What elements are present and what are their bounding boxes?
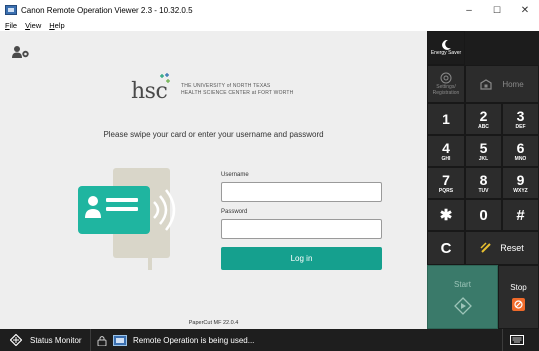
- start-label: Start: [454, 279, 471, 289]
- menu-file[interactable]: File: [5, 21, 17, 30]
- key-8[interactable]: 8 TUV: [465, 167, 502, 199]
- key-9[interactable]: 9 WXYZ: [502, 167, 539, 199]
- remote-operation-viewer-window: Canon Remote Operation Viewer 2.3 - 10.3…: [0, 0, 539, 351]
- energy-saver-button[interactable]: Energy Saver: [427, 31, 465, 65]
- app-icon: [5, 5, 17, 15]
- start-icon: [453, 296, 472, 315]
- key-star[interactable]: ✱: [427, 199, 465, 231]
- clear-button[interactable]: C: [427, 231, 465, 265]
- start-button[interactable]: Start: [427, 265, 498, 329]
- status-monitor-button[interactable]: Status Monitor: [0, 329, 90, 351]
- minimize-button[interactable]: –: [455, 0, 483, 20]
- stop-label: Stop: [510, 283, 527, 292]
- key-0[interactable]: 0: [465, 199, 502, 231]
- key-3[interactable]: 3 DEF: [502, 103, 539, 135]
- menu-view[interactable]: View: [25, 21, 41, 30]
- reset-label: Reset: [500, 243, 524, 253]
- remote-operation-status-text: Remote Operation is being used...: [133, 335, 255, 345]
- maximize-button[interactable]: ☐: [483, 0, 511, 20]
- menu-bar: File View Help: [0, 20, 539, 31]
- login-prompt: Please swipe your card or enter your use…: [103, 130, 324, 139]
- key-4[interactable]: 4 GHI: [427, 135, 465, 167]
- login-button[interactable]: Log in: [221, 247, 382, 270]
- key-1[interactable]: 1: [427, 103, 465, 135]
- energy-saver-label: Energy Saver: [430, 50, 462, 56]
- control-panel: Energy Saver Settings/ Registration Home…: [427, 31, 539, 329]
- reset-button[interactable]: Reset: [465, 231, 539, 265]
- close-button[interactable]: ✕: [511, 0, 539, 20]
- home-label: Home: [502, 79, 524, 89]
- settings-registration-label: Settings/ Registration: [432, 84, 460, 96]
- home-button[interactable]: Home: [465, 65, 539, 103]
- hsc-logo: hsc THE UNIVERSITY of NORTH TEXAS HEALTH…: [131, 73, 321, 105]
- remote-viewer-icon: [113, 334, 127, 346]
- title-bar: Canon Remote Operation Viewer 2.3 - 10.3…: [0, 0, 539, 20]
- login-screen: hsc THE UNIVERSITY of NORTH TEXAS HEALTH…: [0, 31, 427, 329]
- lock-icon: [97, 335, 107, 346]
- settings-icon: [440, 72, 452, 84]
- logo-stars-icon: [160, 73, 170, 83]
- logo-hsc-line: HEALTH SCIENCE CENTER at FORT WORTH: [181, 90, 294, 96]
- settings-registration-button[interactable]: Settings/ Registration: [427, 65, 465, 103]
- stop-icon: [512, 298, 525, 311]
- logo-university-line: THE UNIVERSITY of NORTH TEXAS: [181, 83, 271, 89]
- moon-icon: [441, 40, 451, 50]
- user-settings-icon[interactable]: [12, 45, 30, 59]
- window-controls: – ☐ ✕: [455, 0, 539, 20]
- menu-help[interactable]: Help: [49, 21, 64, 30]
- keyboard-button[interactable]: [503, 329, 531, 351]
- home-icon: [480, 78, 492, 90]
- remote-operation-status: Remote Operation is being used...: [91, 329, 254, 351]
- password-label: Password: [221, 209, 248, 215]
- panel-top-blank: [465, 31, 539, 65]
- status-monitor-icon: [10, 334, 22, 346]
- window-title: Canon Remote Operation Viewer 2.3 - 10.3…: [21, 5, 193, 15]
- version-label: PaperCut MF 22.0.4: [188, 320, 239, 326]
- key-5[interactable]: 5 JKL: [465, 135, 502, 167]
- key-7[interactable]: 7 PQRS: [427, 167, 465, 199]
- status-monitor-label: Status Monitor: [30, 335, 82, 345]
- keyboard-icon: [510, 335, 524, 345]
- status-bar: Status Monitor Remote Operation is being…: [0, 329, 539, 351]
- stop-button[interactable]: Stop: [498, 265, 539, 329]
- key-hash[interactable]: #: [502, 199, 539, 231]
- key-2[interactable]: 2 ABC: [465, 103, 502, 135]
- password-input[interactable]: [221, 219, 382, 239]
- key-6[interactable]: 6 MNO: [502, 135, 539, 167]
- card-reader-illustration: [78, 168, 176, 270]
- reset-icon: [480, 242, 491, 253]
- username-input[interactable]: [221, 182, 382, 202]
- username-label: Username: [221, 172, 249, 178]
